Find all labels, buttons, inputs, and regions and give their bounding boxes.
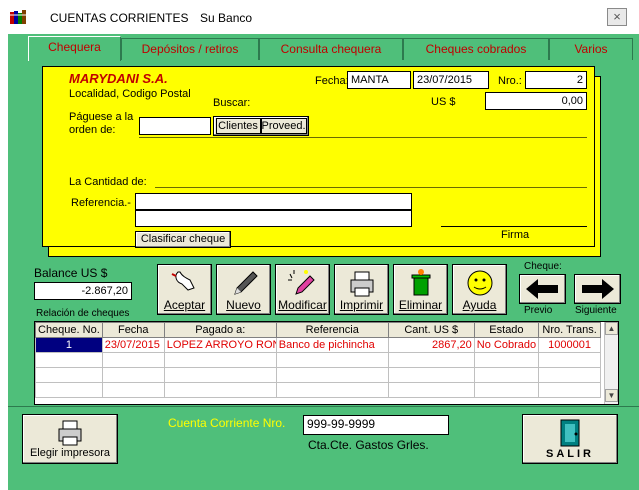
table-row[interactable] (35, 367, 602, 383)
column-header[interactable]: Cheque. No. (35, 322, 103, 338)
cheques-grid: Cheque. No. Fecha Pagado a: Referencia C… (34, 321, 619, 405)
printer-icon (350, 271, 373, 297)
fecha-date-field[interactable]: 23/07/2015 (413, 71, 489, 89)
arrow-left-icon (526, 279, 558, 299)
referencia-field-2[interactable] (135, 210, 412, 227)
eliminar-button[interactable]: Eliminar (393, 264, 448, 315)
siguiente-button[interactable] (574, 274, 621, 304)
column-header[interactable]: Cant. US $ (387, 322, 475, 338)
check-form: MARYDANI S.A. Localidad, Codigo Postal F… (42, 66, 595, 248)
ayuda-label: Ayuda (462, 298, 497, 312)
ayuda-button[interactable]: Ayuda (452, 264, 507, 315)
column-header[interactable]: Estado (473, 322, 540, 338)
company-name: MARYDANI S.A. (69, 71, 168, 86)
tab-consulta-chequera[interactable]: Consulta chequera (259, 38, 403, 60)
modificar-button[interactable]: Modificar (275, 264, 330, 315)
previo-button[interactable] (519, 274, 566, 304)
cell-fecha[interactable]: 23/07/2015 (101, 337, 165, 353)
imprimir-button[interactable]: Imprimir (334, 264, 389, 315)
previo-label: Previo (524, 305, 553, 316)
table-row[interactable] (35, 382, 602, 398)
clientes-button[interactable]: Clientes (215, 118, 261, 134)
amount-field[interactable]: 0,00 (485, 92, 587, 110)
table-row[interactable] (35, 352, 602, 368)
smiley-icon (467, 270, 492, 296)
tab-cheques-cobrados[interactable]: Cheques cobrados (403, 38, 549, 60)
scroll-up-icon[interactable]: ▲ (605, 322, 618, 335)
close-button[interactable]: × (607, 8, 627, 26)
siguiente-label: Siguiente (575, 305, 617, 316)
proveed-button[interactable]: Proveed. (260, 118, 307, 134)
cell-trans[interactable]: 1000001 (538, 337, 602, 353)
nro-label: Nro.: (498, 75, 522, 87)
company-address: Localidad, Codigo Postal (69, 88, 191, 100)
main-panel: Chequera Depósitos / retiros Consulta ch… (8, 34, 639, 490)
hand-pointer-icon (171, 271, 195, 291)
buscar-label: Buscar: (213, 97, 251, 109)
cheque-nav-label: Cheque: (524, 261, 562, 272)
balance-value: -2.867,20 (34, 282, 132, 300)
cantidad-line (155, 187, 587, 188)
referencia-label: Referencia.- (71, 197, 131, 209)
cuenta-description: Cta.Cte. Gastos Grles. (308, 438, 429, 452)
fecha-label: Fecha: (315, 75, 349, 87)
printer-icon (58, 420, 82, 446)
currency-label: US $ (431, 96, 456, 108)
arrow-right-icon (582, 279, 614, 299)
cantidad-label: La Cantidad de: (69, 176, 147, 188)
elegir-impresora-button[interactable]: Elegir impresora (22, 414, 118, 464)
column-header[interactable]: Nro. Trans. (538, 322, 602, 338)
aceptar-label: Aceptar (163, 298, 206, 312)
cell-referencia[interactable]: Banco de pichincha (275, 337, 389, 353)
pencil-sparkle-icon (287, 270, 315, 295)
title-bar: CUENTAS CORRIENTES Su Banco × (0, 0, 639, 34)
cuenta-field[interactable]: 999-99-9999 (303, 415, 449, 435)
footer-divider (8, 406, 639, 407)
app-books-icon (10, 10, 26, 24)
tab-chequera[interactable]: Chequera (28, 36, 121, 61)
payee-field[interactable] (139, 117, 211, 135)
table-row[interactable]: 1 23/07/2015 LOPEZ ARROYO RONI Banco de … (35, 337, 602, 353)
cell-cant[interactable]: 2867,20 (387, 337, 475, 353)
cuenta-label: Cuenta Corriente Nro. (168, 416, 286, 430)
cell-cheque[interactable]: 1 (35, 337, 103, 353)
payee-line (139, 137, 587, 138)
pen-icon (233, 271, 258, 295)
imprimir-label: Imprimir (339, 298, 384, 312)
tab-depositos-retiros[interactable]: Depósitos / retiros (121, 38, 259, 60)
buscar-buttons: Clientes Proveed. (213, 116, 309, 136)
fecha-city-field[interactable]: MANTA (347, 71, 411, 89)
paguese-label-1: Páguese a la (69, 111, 134, 123)
balance-label: Balance US $ (34, 266, 108, 280)
trash-can-icon (411, 269, 430, 296)
modificar-label: Modificar (278, 298, 327, 312)
firma-label: Firma (501, 229, 530, 241)
cell-pagado[interactable]: LOPEZ ARROYO RONI (163, 337, 277, 353)
elegir-impresora-label: Elegir impresora (29, 447, 111, 459)
grid-scrollbar[interactable]: ▲ ▼ (604, 322, 618, 404)
exit-door-icon (560, 419, 580, 447)
column-header[interactable]: Fecha (101, 322, 165, 338)
table-header: Cheque. No. Fecha Pagado a: Referencia C… (35, 322, 602, 338)
firma-line (441, 226, 587, 227)
window-title: CUENTAS CORRIENTES (50, 11, 189, 25)
clasificar-cheque-button[interactable]: Clasificar cheque (135, 231, 231, 248)
cheques-table: Cheque. No. Fecha Pagado a: Referencia C… (35, 322, 602, 398)
aceptar-button[interactable]: Aceptar (157, 264, 212, 315)
referencia-field-1[interactable] (135, 193, 412, 210)
salir-button[interactable]: SALIR (522, 414, 618, 464)
paguese-label-2: orden de: (69, 124, 116, 136)
salir-label: SALIR (546, 448, 594, 460)
tab-varios[interactable]: Varios (549, 38, 633, 60)
scroll-down-icon[interactable]: ▼ (605, 389, 618, 402)
cell-estado[interactable]: No Cobrado (473, 337, 540, 353)
eliminar-label: Eliminar (398, 298, 443, 312)
column-header[interactable]: Referencia (275, 322, 389, 338)
nro-field[interactable]: 2 (525, 71, 587, 89)
nuevo-label: Nuevo (226, 298, 261, 312)
nuevo-button[interactable]: Nuevo (216, 264, 271, 315)
column-header[interactable]: Pagado a: (163, 322, 277, 338)
window-company: Su Banco (200, 11, 253, 25)
relacion-label: Relación de cheques (36, 308, 130, 319)
